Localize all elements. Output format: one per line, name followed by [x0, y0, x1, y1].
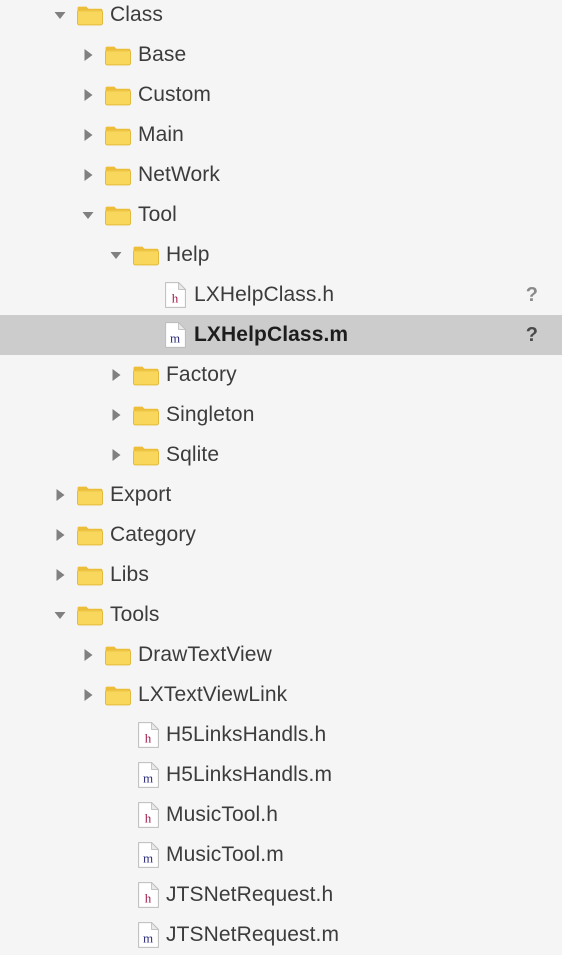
tree-row-folder[interactable]: Category — [0, 515, 562, 555]
folder-icon — [77, 605, 103, 626]
folder-icon — [77, 565, 103, 586]
tree-row-label: Factory — [166, 363, 237, 386]
disclosure-triangle-right-icon[interactable] — [80, 167, 96, 183]
tree-row-label: JTSNetRequest.m — [166, 923, 340, 946]
tree-row-file[interactable]: h LXHelpClass.h? — [0, 275, 562, 315]
svg-text:m: m — [143, 851, 153, 866]
tree-row-label: Libs — [110, 563, 149, 586]
tree-row-label: LXHelpClass.m — [194, 323, 349, 346]
tree-row-folder[interactable]: Custom — [0, 75, 562, 115]
folder-icon — [105, 45, 131, 66]
tree-row-folder[interactable]: Class — [0, 0, 562, 35]
tree-row-file[interactable]: h JTSNetRequest.h — [0, 875, 562, 915]
disclosure-triangle-right-icon[interactable] — [52, 487, 68, 503]
tree-row-folder[interactable]: Singleton — [0, 395, 562, 435]
tree-row-folder[interactable]: Tools — [0, 595, 562, 635]
folder-icon — [105, 645, 131, 666]
folder-icon — [133, 245, 159, 266]
disclosure-triangle-right-icon[interactable] — [80, 687, 96, 703]
project-navigator-tree[interactable]: Class Base Custom Main NetWork Tool Help h LXHel… — [0, 0, 562, 949]
folder-icon — [105, 205, 131, 226]
tree-row-label: Category — [110, 523, 197, 546]
folder-icon — [105, 685, 131, 706]
svg-text:m: m — [143, 771, 153, 786]
tree-row-label: H5LinksHandls.h — [166, 723, 327, 746]
tree-row-folder[interactable]: Libs — [0, 555, 562, 595]
m-file-icon: m — [138, 842, 159, 868]
svg-text:h: h — [145, 731, 152, 746]
folder-icon — [133, 365, 159, 386]
tree-row-folder[interactable]: Tool — [0, 195, 562, 235]
tree-row-file[interactable]: h H5LinksHandls.h — [0, 715, 562, 755]
folder-icon — [77, 5, 103, 26]
tree-row-label: NetWork — [138, 163, 220, 186]
disclosure-triangle-right-icon[interactable] — [108, 447, 124, 463]
disclosure-triangle-right-icon[interactable] — [80, 87, 96, 103]
tree-row-label: Tool — [138, 203, 177, 226]
folder-icon — [105, 165, 131, 186]
disclosure-triangle-right-icon[interactable] — [108, 407, 124, 423]
h-file-icon: h — [138, 722, 159, 748]
question-mark-status-icon: ? — [525, 284, 538, 306]
folder-icon — [77, 525, 103, 546]
tree-row-label: JTSNetRequest.h — [166, 883, 334, 906]
tree-row-label: Export — [110, 483, 172, 506]
disclosure-triangle-right-icon[interactable] — [80, 47, 96, 63]
tree-row-file[interactable]: m LXHelpClass.m? — [0, 315, 562, 355]
disclosure-triangle-down-icon[interactable] — [80, 207, 96, 223]
tree-row-folder[interactable]: DrawTextView — [0, 635, 562, 675]
tree-row-label: MusicTool.m — [166, 843, 284, 866]
tree-row-label: LXTextViewLink — [138, 683, 288, 706]
tree-row-label: Help — [166, 243, 210, 266]
m-file-icon: m — [138, 922, 159, 948]
h-file-icon: h — [138, 882, 159, 908]
tree-row-folder[interactable]: Help — [0, 235, 562, 275]
tree-row-label: Sqlite — [166, 443, 220, 466]
tree-row-folder[interactable]: Base — [0, 35, 562, 75]
h-file-icon: h — [138, 802, 159, 828]
svg-text:h: h — [145, 811, 152, 826]
tree-row-folder[interactable]: Main — [0, 115, 562, 155]
tree-row-label: LXHelpClass.h — [194, 283, 335, 306]
disclosure-triangle-down-icon[interactable] — [52, 607, 68, 623]
tree-row-file[interactable]: h MusicTool.h — [0, 795, 562, 835]
tree-row-folder[interactable]: Export — [0, 475, 562, 515]
disclosure-triangle-down-icon[interactable] — [108, 247, 124, 263]
tree-row-label: H5LinksHandls.m — [166, 763, 333, 786]
folder-icon — [133, 445, 159, 466]
folder-icon — [77, 485, 103, 506]
tree-row-label: Main — [138, 123, 184, 146]
m-file-icon: m — [165, 322, 186, 348]
tree-row-label: Base — [138, 43, 187, 66]
disclosure-triangle-right-icon[interactable] — [80, 647, 96, 663]
tree-row-label: DrawTextView — [138, 643, 272, 666]
tree-row-label: Singleton — [166, 403, 255, 426]
tree-row-file[interactable]: m JTSNetRequest.m — [0, 915, 562, 955]
h-file-icon: h — [165, 282, 186, 308]
svg-text:h: h — [145, 891, 152, 906]
disclosure-triangle-right-icon[interactable] — [80, 127, 96, 143]
disclosure-triangle-right-icon[interactable] — [108, 367, 124, 383]
tree-row-label: Tools — [110, 603, 160, 626]
tree-row-folder[interactable]: Factory — [0, 355, 562, 395]
tree-row-folder[interactable]: LXTextViewLink — [0, 675, 562, 715]
tree-row-label: Custom — [138, 83, 211, 106]
tree-row-folder[interactable]: Sqlite — [0, 435, 562, 475]
m-file-icon: m — [138, 762, 159, 788]
tree-row-folder[interactable]: NetWork — [0, 155, 562, 195]
folder-icon — [133, 405, 159, 426]
tree-row-label: MusicTool.h — [166, 803, 278, 826]
disclosure-triangle-down-icon[interactable] — [52, 7, 68, 23]
question-mark-status-icon: ? — [525, 324, 538, 346]
tree-row-file[interactable]: m H5LinksHandls.m — [0, 755, 562, 795]
folder-icon — [105, 85, 131, 106]
svg-text:m: m — [170, 331, 180, 346]
disclosure-triangle-right-icon[interactable] — [52, 567, 68, 583]
tree-row-label: Class — [110, 3, 164, 26]
svg-text:h: h — [172, 291, 179, 306]
svg-text:m: m — [143, 931, 153, 946]
folder-icon — [105, 125, 131, 146]
disclosure-triangle-right-icon[interactable] — [52, 527, 68, 543]
tree-row-file[interactable]: m MusicTool.m — [0, 835, 562, 875]
